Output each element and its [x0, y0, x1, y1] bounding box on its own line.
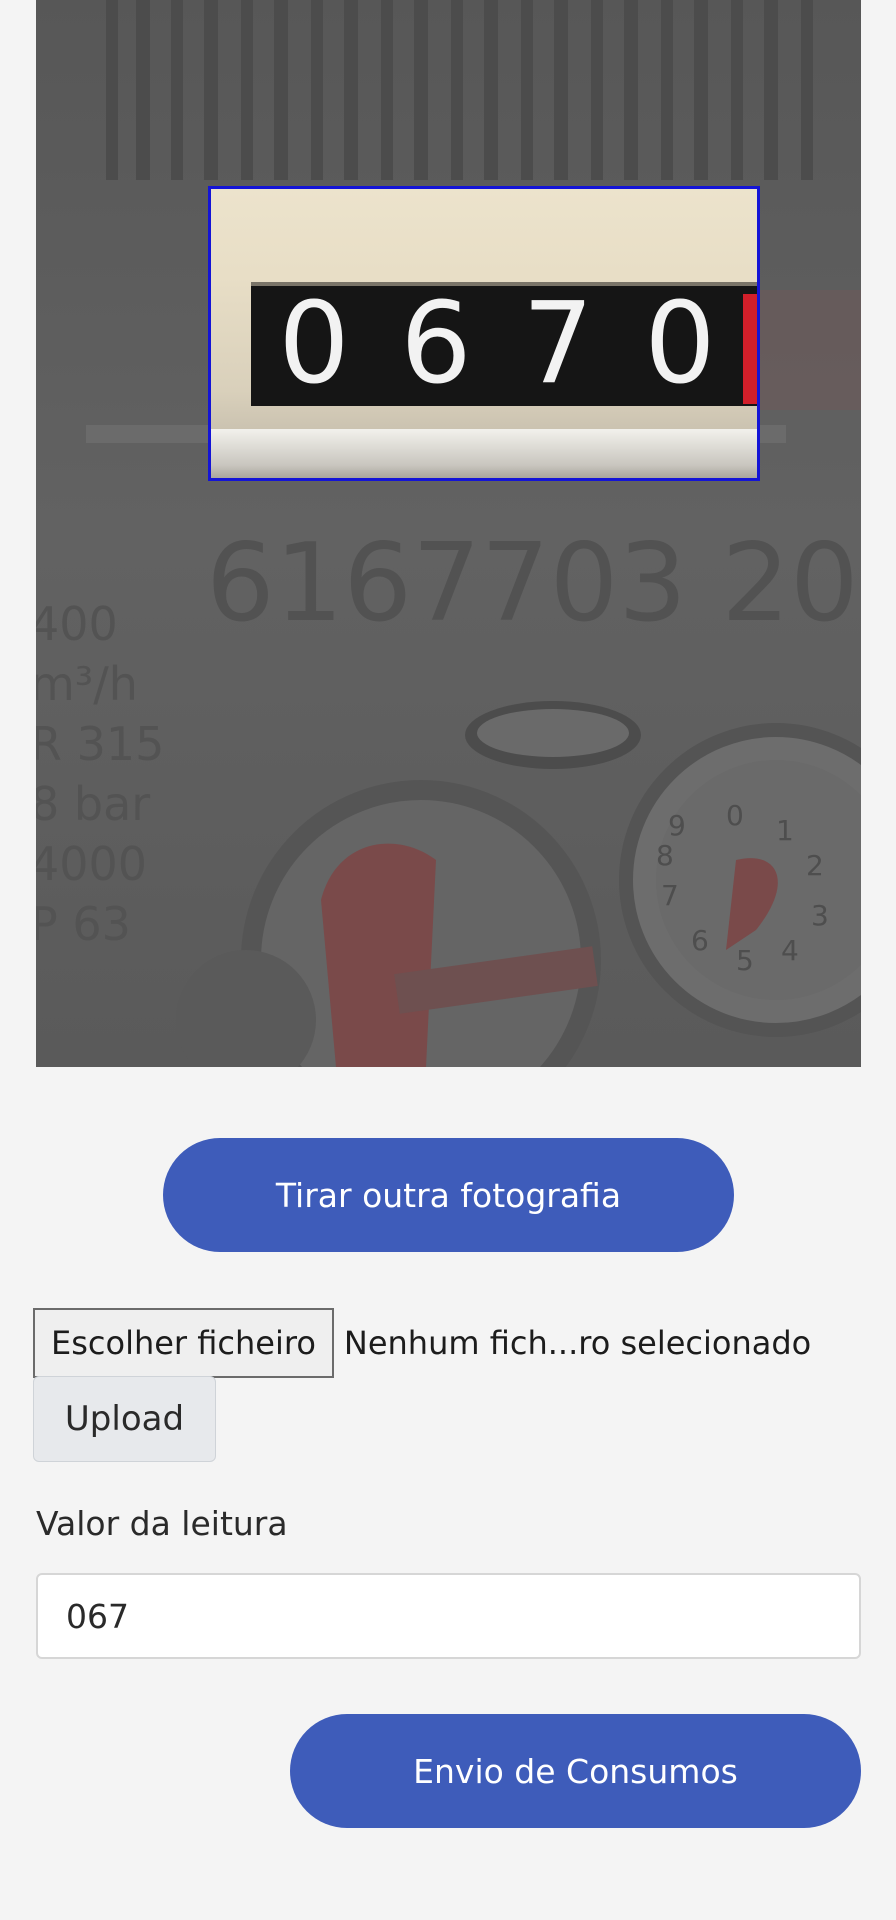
dial-digit: 0	[726, 799, 744, 832]
counter-digit: 0	[278, 279, 350, 409]
dial-digit: 8	[656, 839, 674, 872]
counter-digit: 0	[644, 279, 716, 409]
meter-photo-image: 6167703 201 400 m³/h R 315 8 bar 4000 P …	[36, 0, 861, 1067]
dial-digit: 6	[691, 924, 709, 957]
counter-red-digit	[743, 294, 757, 404]
meter-spec-text: R 315	[36, 717, 164, 771]
file-input: Escolher ficheiro Nenhum fich...ro selec…	[33, 1308, 811, 1378]
counter-digits: 0 6 7 0	[253, 279, 741, 409]
meter-spec-text: m³/h	[36, 657, 138, 711]
retake-photo-button[interactable]: Tirar outra fotografia	[163, 1138, 734, 1252]
reading-crop-box[interactable]: 0 6 7 0	[208, 186, 760, 481]
dial-digit: 2	[806, 849, 824, 882]
file-status-text: Nenhum fich...ro selecionado	[343, 1324, 812, 1362]
choose-file-button[interactable]: Escolher ficheiro	[33, 1308, 334, 1378]
reading-value-input[interactable]	[36, 1573, 861, 1659]
dial-digit: 9	[668, 809, 686, 842]
meter-serial-text: 6167703 201	[206, 521, 861, 646]
meter-spec-text: 8 bar	[36, 777, 150, 831]
meter-photo-preview: 6167703 201 400 m³/h R 315 8 bar 4000 P …	[36, 0, 861, 1067]
dial-digit: 3	[811, 899, 829, 932]
send-consumption-button[interactable]: Envio de Consumos	[290, 1714, 861, 1828]
page: 6167703 201 400 m³/h R 315 8 bar 4000 P …	[0, 0, 896, 1920]
meter-spec-text: P 63	[36, 897, 131, 951]
upload-button[interactable]: Upload	[33, 1376, 216, 1462]
reading-value-label: Valor da leitura	[36, 1504, 288, 1543]
meter-spec-text: 4000	[36, 837, 147, 891]
counter-digit: 7	[522, 279, 594, 409]
dial-digit: 1	[776, 814, 794, 847]
meter-spec-text: 400	[36, 597, 118, 651]
dial-digit: 4	[781, 934, 799, 967]
dial-digit: 7	[661, 879, 679, 912]
counter-digit: 6	[400, 279, 472, 409]
counter-base	[211, 429, 757, 478]
dial-digit: 5	[736, 944, 754, 977]
